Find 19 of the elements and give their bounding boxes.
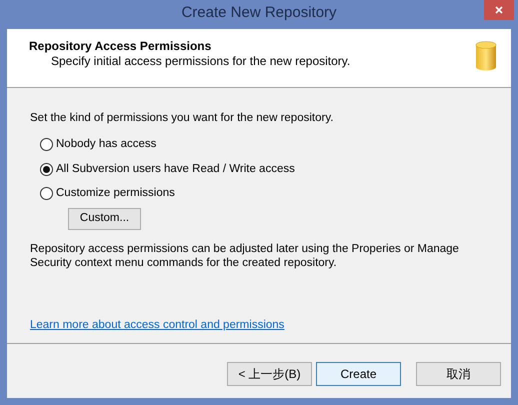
radio-button[interactable] (40, 138, 53, 152)
close-icon (495, 6, 503, 14)
radio-button[interactable] (40, 186, 53, 200)
radio-button[interactable] (40, 162, 53, 176)
radio-label[interactable]: Nobody has access (56, 136, 156, 154)
dialog-button[interactable]: < 上一步(B) (227, 362, 312, 386)
dialog-button[interactable]: Create (316, 362, 401, 386)
help-link[interactable]: Learn more about access control and permissions (30, 317, 284, 334)
database-icon (475, 41, 497, 71)
page-subtitle: Specify initial access permissions for the new repository. (50, 54, 350, 69)
close-button[interactable] (484, 0, 514, 20)
info-text: Repository access permissions can be adjusted later using the Properies or Manage Security context menu commands for the created repository. (30, 242, 460, 270)
instruction-text: Set the kind of permissions you want for the new repository. (30, 111, 334, 126)
dialog-button[interactable]: 取消 (416, 362, 501, 386)
radio-label[interactable]: All Subversion users have Read / Write access (56, 160, 295, 178)
radio-label[interactable]: Customize permissions (56, 184, 175, 202)
window-title: Create New Repository (181, 3, 337, 24)
custom-button[interactable]: Custom... (68, 208, 141, 230)
page-title: Repository Access Permissions (29, 39, 212, 54)
